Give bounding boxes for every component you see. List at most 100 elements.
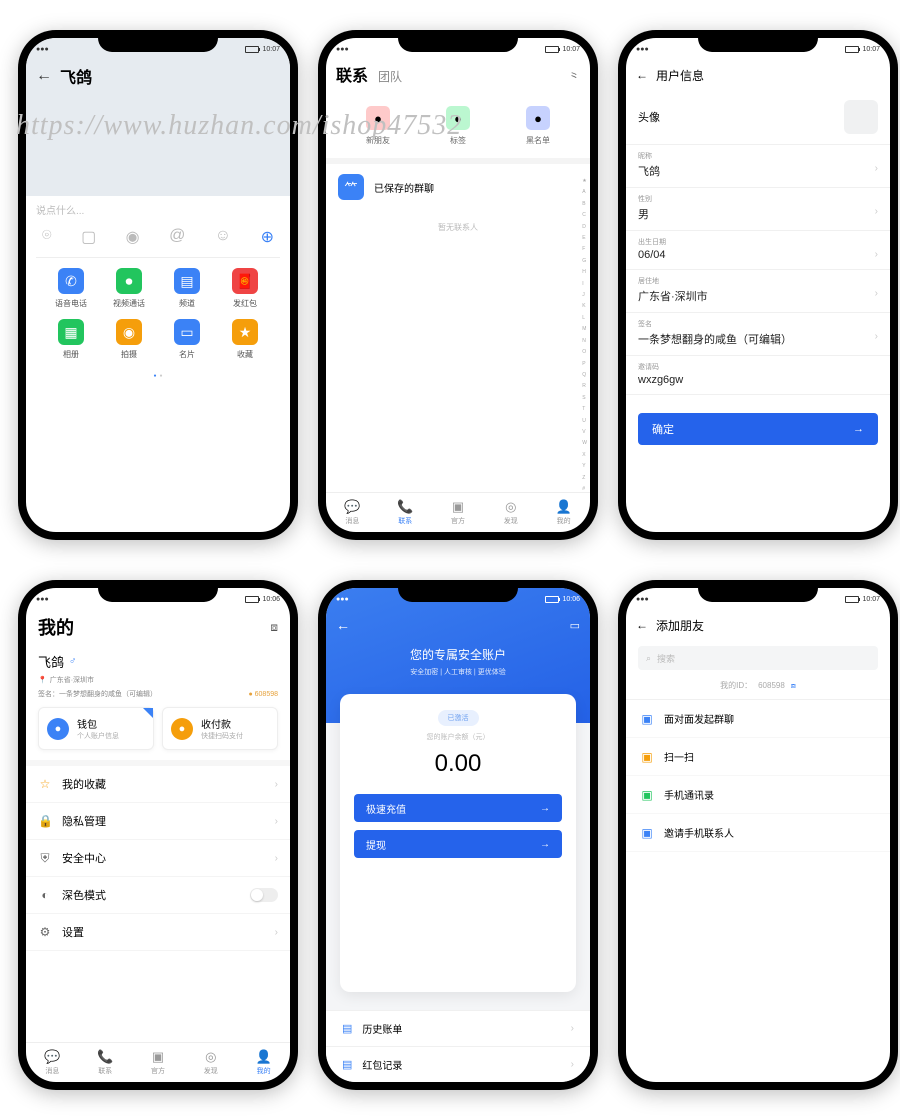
attachment-video[interactable]: ⏺视频通话 [100, 268, 158, 309]
back-icon[interactable]: ← [636, 618, 648, 632]
qr-icon[interactable]: ⧈ [270, 620, 278, 635]
nav-联系[interactable]: 📞联系 [379, 493, 432, 532]
nav-我的[interactable]: 👤我的 [237, 1043, 290, 1082]
camera-icon[interactable]: ◉ [126, 227, 140, 247]
nav-icon: ◎ [505, 499, 516, 515]
voice-icon[interactable]: ⌾ [42, 227, 52, 247]
titlebar: ← 用户信息 [626, 60, 890, 90]
menu-设置[interactable]: ⚙设置 [26, 914, 290, 951]
addopt-邀请手机联系人[interactable]: ▣邀请手机联系人 [626, 814, 890, 852]
attachment-phone[interactable]: ✆语音电话 [42, 268, 100, 309]
status-badge: 已激活 [438, 710, 479, 726]
nav-消息[interactable]: 💬消息 [26, 1043, 79, 1082]
page-dots: ●● [36, 368, 280, 384]
arrow-right-icon [540, 803, 550, 814]
nav-icon: 💬 [344, 499, 360, 515]
chat-title: 飞鸽 [60, 64, 92, 88]
nav-我的[interactable]: 👤我的 [537, 493, 590, 532]
back-icon[interactable]: ← [36, 67, 52, 85]
menu-隐私管理[interactable]: 🔒隐私管理 [26, 803, 290, 840]
image-icon[interactable]: ▢ [81, 227, 96, 247]
field-出生日期[interactable]: 出生日期06/04 [626, 231, 890, 270]
my-id-row[interactable]: 我的ID：608598 ⧈ [626, 676, 890, 699]
field-性别[interactable]: 性别男 [626, 188, 890, 231]
contacts-tabs: 联系 团队 ⺀ [326, 60, 590, 88]
attachment-redpacket[interactable]: 🧧发红包 [216, 268, 274, 309]
field-签名[interactable]: 签名一条梦想翻身的咸鱼（可编辑） [626, 313, 890, 356]
chevron-right-icon [875, 206, 878, 222]
input-toolbar: ⌾ ▢ ◉ @ ☺ ⊕ [36, 225, 280, 257]
arrow-right-icon [853, 423, 864, 435]
action-极速充值[interactable]: 极速充值 [354, 794, 562, 822]
tab-contacts[interactable]: 联系 [336, 62, 368, 86]
attachment-camera[interactable]: ◉拍摄 [100, 319, 158, 360]
avatar-image [844, 100, 878, 134]
add-contact-icon[interactable]: ⺀ [568, 68, 580, 85]
redpacket-icon: 🧧 [232, 268, 258, 294]
menu-深色模式[interactable]: ◐深色模式 [26, 877, 290, 914]
addopt-面对面发起群聊[interactable]: ▣面对面发起群聊 [626, 700, 890, 738]
row-红包记录[interactable]: ▤红包记录 [326, 1046, 590, 1082]
card-icon[interactable]: ▭ [570, 619, 580, 632]
nav-联系[interactable]: 📞联系 [79, 1043, 132, 1082]
option-icon: ▣ [640, 750, 654, 764]
nav-官方[interactable]: ▣官方 [432, 493, 485, 532]
chevron-right-icon [275, 816, 278, 827]
addopt-手机通讯录[interactable]: ▣手机通讯录 [626, 776, 890, 814]
field-昵称[interactable]: 昵称飞鸽 [626, 145, 890, 188]
nav-消息[interactable]: 💬消息 [326, 493, 379, 532]
moon-icon: ◐ [38, 888, 52, 902]
nav-icon: 👤 [555, 499, 571, 515]
chevron-right-icon [571, 1023, 574, 1034]
nav-发现[interactable]: ◎发现 [484, 493, 537, 532]
attachment-card[interactable]: ▭名片 [158, 319, 216, 360]
card-收付款[interactable]: ●收付款快捷扫码支付 [162, 707, 278, 750]
alpha-index[interactable]: ★ABCDEFGHIJKLMNOPQRSTUVWXYZ# [582, 178, 587, 492]
quick-item[interactable]: ●新朋友 [366, 106, 390, 146]
coin-badge: ● 608598 [248, 691, 278, 698]
addopt-扫一扫[interactable]: ▣扫一扫 [626, 738, 890, 776]
quick-item[interactable]: ●标签 [446, 106, 470, 146]
option-icon: ▣ [640, 788, 654, 802]
my-header: 我的 ⧈ [26, 610, 290, 648]
attachment-favorite[interactable]: ★收藏 [216, 319, 274, 360]
row-历史账单[interactable]: ▤历史账单 [326, 1010, 590, 1046]
message-input[interactable]: 说点什么... [36, 196, 280, 225]
at-icon[interactable]: @ [169, 227, 185, 247]
nav-icon: ▣ [152, 1049, 164, 1065]
search-input[interactable]: ⌕ 搜索 [638, 646, 878, 670]
location-icon: 📍 [38, 676, 47, 684]
field-居住地[interactable]: 居住地广东省·深圳市 [626, 270, 890, 313]
wallet-title: 您的专属安全账户 [326, 640, 590, 667]
balance-amount: 0.00 [354, 750, 562, 778]
phone-contacts: ●●● 10:07 联系 团队 ⺀ ●新朋友●标签●黑名单 ⺮ 已保存的群聊 暂… [318, 30, 598, 540]
emoji-icon[interactable]: ☺ [215, 227, 231, 247]
nav-发现[interactable]: ◎发现 [184, 1043, 237, 1082]
avatar-row[interactable]: 头像 [626, 90, 890, 145]
confirm-button[interactable]: 确定 [638, 413, 878, 445]
saved-groups-row[interactable]: ⺮ 已保存的群聊 [326, 164, 590, 210]
channel-icon: ▤ [174, 268, 200, 294]
action-提现[interactable]: 提现 [354, 830, 562, 858]
attachment-grid: ✆语音电话⏺视频通话▤频道🧧发红包 ▦相册◉拍摄▭名片★收藏 [36, 257, 280, 368]
attachment-channel[interactable]: ▤频道 [158, 268, 216, 309]
plus-icon[interactable]: ⊕ [261, 227, 274, 247]
option-icon: ▣ [640, 712, 654, 726]
menu-安全中心[interactable]: ⛨安全中心 [26, 840, 290, 877]
profile-card[interactable]: 飞鸽♂ 📍广东省·深圳市 签名：一条梦想翻身的咸鱼（可编辑）● 608598 [26, 648, 290, 707]
card-icon: ● [171, 718, 193, 740]
toggle[interactable] [250, 888, 278, 902]
back-icon[interactable]: ← [636, 68, 648, 82]
phone-addfriend: ●●● 10:07 ← 添加朋友 ⌕ 搜索 我的ID：608598 ⧈ ▣面对面… [618, 580, 898, 1090]
balance-label: 您的账户余额（元） [354, 732, 562, 742]
menu-我的收藏[interactable]: ☆我的收藏 [26, 766, 290, 803]
search-icon: ⌕ [646, 653, 651, 664]
quick-item[interactable]: ●黑名单 [526, 106, 550, 146]
nav-官方[interactable]: ▣官方 [132, 1043, 185, 1082]
list-icon: ▤ [342, 1058, 352, 1071]
video-icon: ⏺ [116, 268, 142, 294]
back-icon[interactable]: ← [336, 617, 350, 633]
tab-teams[interactable]: 团队 [378, 68, 402, 85]
attachment-album[interactable]: ▦相册 [42, 319, 100, 360]
card-钱包[interactable]: ●钱包个人账户信息 [38, 707, 154, 750]
